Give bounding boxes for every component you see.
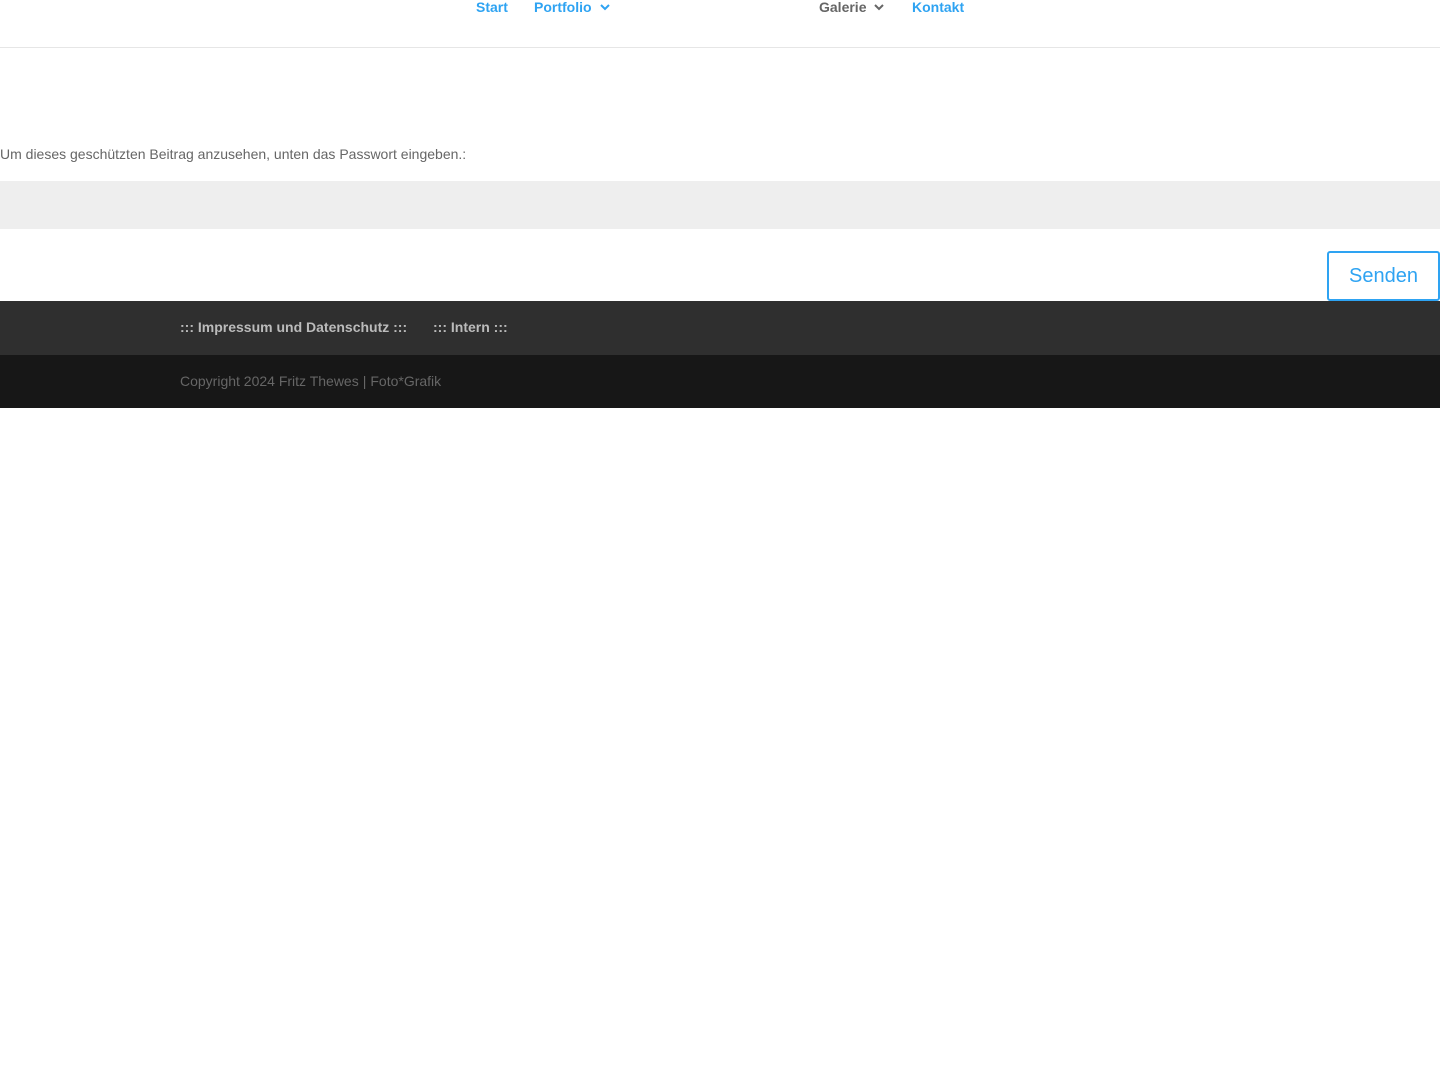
password-prompt: Um dieses geschützten Beitrag anzusehen,… — [0, 146, 467, 162]
password-input[interactable] — [0, 181, 1440, 229]
nav-item-label: Portfolio — [534, 0, 592, 15]
chevron-down-icon — [598, 0, 612, 14]
nav-item-label: Start — [476, 0, 508, 15]
chevron-down-icon — [872, 0, 886, 14]
nav-item-portfolio[interactable]: Portfolio — [534, 0, 612, 16]
copyright-separator: | — [362, 373, 367, 389]
footer-bottom-bar: Copyright 2024 Fritz Thewes | Foto*Grafik — [0, 355, 1440, 408]
site-header: Start Portfolio Galerie Kontakt — [0, 0, 1440, 48]
nav-item-label: Kontakt — [912, 0, 965, 15]
copyright-label: Copyright 2024 Fritz Thewes — [180, 373, 359, 389]
footer-menu-bar: ::: Impressum und Datenschutz ::: ::: In… — [0, 301, 1440, 355]
nav-item-galerie[interactable]: Galerie — [819, 0, 886, 16]
submit-button[interactable]: Senden — [1327, 251, 1440, 301]
copyright-text: Copyright 2024 Fritz Thewes | Foto*Grafik — [180, 373, 441, 389]
brand-name: Foto*Grafik — [370, 373, 442, 389]
footer-link-impressum[interactable]: ::: Impressum und Datenschutz ::: — [180, 319, 407, 335]
nav-item-start[interactable]: Start — [476, 0, 508, 16]
nav-item-kontakt[interactable]: Kontakt — [912, 0, 964, 16]
nav-item-label: Galerie — [819, 0, 867, 15]
footer-link-intern[interactable]: ::: Intern ::: — [433, 319, 508, 335]
